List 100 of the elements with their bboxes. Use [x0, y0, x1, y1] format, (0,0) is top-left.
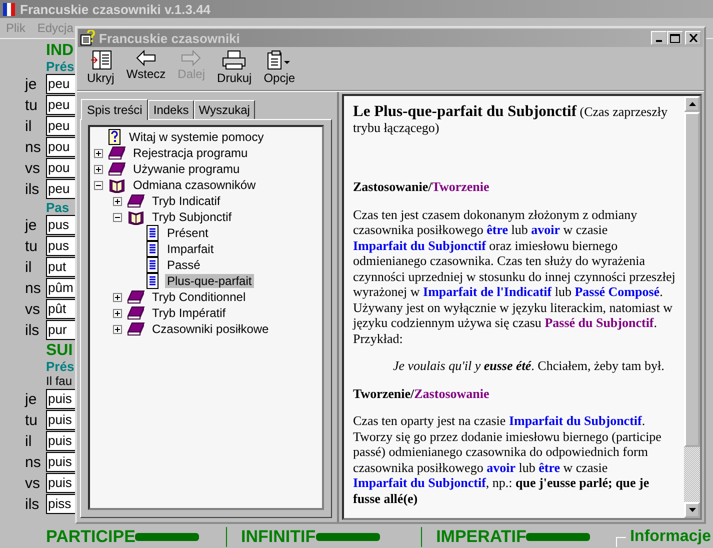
input-field[interactable]: put [46, 257, 75, 277]
back-button[interactable]: Wstecz [122, 50, 170, 88]
link[interactable]: Passé du Subjonctif [544, 315, 654, 330]
tree-item[interactable]: Witaj w systemie pomocy [127, 130, 266, 144]
tree-item[interactable]: Présent [165, 226, 210, 240]
input-field[interactable]: puis [46, 410, 75, 430]
tree-item[interactable]: Odmiana czasowników [131, 178, 258, 192]
expander-icon[interactable] [94, 164, 103, 174]
link[interactable]: Imparfait du Subjonctif [508, 413, 642, 428]
link[interactable]: avoir [486, 460, 516, 474]
minimize-button[interactable] [651, 31, 667, 45]
tree-item[interactable]: Passé [165, 258, 202, 272]
tree-item[interactable]: Tryb Subjonctif [150, 210, 234, 224]
input-field[interactable]: puis [46, 473, 75, 493]
expander-icon[interactable] [113, 308, 122, 318]
print-button[interactable]: Drukuj [213, 50, 256, 88]
close-button[interactable] [685, 31, 701, 45]
mood-heading: SUI [46, 343, 73, 359]
maximize-icon [670, 34, 680, 42]
mood-heading: PARTICIPE [46, 527, 136, 547]
scrollbar[interactable] [684, 96, 700, 518]
expander-icon[interactable] [113, 292, 122, 302]
tree-item[interactable]: Czasowniki posiłkowe [150, 322, 271, 336]
options-button[interactable]: Opcje [260, 50, 300, 88]
input-field[interactable]: pus [46, 215, 75, 235]
book-icon [108, 162, 126, 176]
tree-item[interactable]: Tryb Conditionnel [150, 290, 248, 304]
scroll-thumb[interactable] [684, 112, 700, 448]
input-field[interactable]: peu [46, 179, 75, 199]
pronoun-label: vs [25, 160, 41, 176]
paragraph: Czas ten jest czasem dokonanym złożonym z odmiany czasownika posiłkowego être lub avoir w czasie Imparfait du Subjonctif oraz imiesłowu biernego odmienianego czasownika. Czas ten służy do wyrażenia czynności uprzedniej w stosunku do innej czynności przeszłej wyrażonej w Imparfait de l'Indicatif lub Passé Composé. Używany jest on wyłącznie w języku literackim, natomiast w języku codziennym używa się czasu Passé du Subjonctif. Przykład: [353, 206, 676, 346]
input-field[interactable]: peu [46, 116, 75, 136]
pronoun-label: je [25, 390, 38, 408]
expander-icon[interactable] [94, 180, 103, 190]
link[interactable]: Tworzenie [432, 179, 490, 194]
tree-item[interactable]: Używanie programu [131, 162, 242, 176]
input-field[interactable]: piss [46, 494, 75, 514]
tree-item[interactable]: Tryb Impératif [150, 306, 228, 320]
input-field[interactable]: pou [46, 158, 75, 178]
input-field[interactable]: pût [46, 299, 75, 319]
maximize-button[interactable] [667, 31, 683, 45]
window-title: Francuskie czasowniki [99, 30, 241, 46]
document-icon [146, 241, 160, 257]
link[interactable]: Imparfait du Subjonctif [353, 475, 486, 490]
expander-icon[interactable] [113, 324, 122, 334]
input-field[interactable]: peu [46, 95, 75, 115]
hide-button[interactable]: Ukryj [83, 50, 118, 88]
book-icon [127, 194, 145, 208]
link[interactable]: avoir [531, 222, 560, 237]
expander-icon[interactable] [113, 196, 122, 206]
tab[interactable]: Indeks [148, 100, 194, 119]
note-text: Il fau [46, 374, 72, 389]
close-icon [688, 34, 698, 42]
topic-heading: Le Plus-que-parfait du Subjonctif (Czas zaprzeszły trybu łączącego) [353, 104, 668, 135]
link[interactable]: Imparfait du Subjonctif [353, 238, 486, 252]
pronoun-label: ns [25, 280, 42, 296]
flag-icon [2, 1, 16, 17]
input-field[interactable]: pur [46, 320, 75, 340]
pronoun-label: il [25, 118, 33, 134]
input-field[interactable]: puis [46, 389, 75, 409]
book-icon [127, 290, 145, 304]
tab[interactable]: Spis treści [81, 99, 148, 120]
checkbox-label: Informacje [630, 528, 712, 546]
scroll-up-button[interactable] [684, 96, 700, 112]
section-heading: Zastosowanie/Tworzenie [353, 179, 490, 194]
pronoun-label: tu [25, 96, 39, 114]
tree-item[interactable]: Tryb Indicatif [150, 194, 222, 208]
link[interactable]: être [538, 460, 560, 474]
expander-icon[interactable] [113, 212, 122, 222]
pronoun-label: ils [25, 180, 40, 198]
left-arrow-icon [136, 50, 156, 66]
pronoun-label: vs [25, 300, 41, 318]
link[interactable]: Imparfait de l'Indicatif [423, 284, 552, 299]
pronoun-label: ns [25, 454, 42, 470]
link[interactable]: Zastosowanie [414, 386, 490, 400]
link[interactable]: Passé Composé [574, 284, 660, 299]
input-field[interactable]: pus [46, 236, 75, 256]
tree-item[interactable]: Rejestracja programu [131, 146, 250, 160]
section-heading: Tworzenie/Zastosowanie [353, 386, 490, 401]
book-icon [108, 146, 126, 160]
tab[interactable]: Wyszukaj [194, 100, 255, 119]
checkbox[interactable] [616, 537, 626, 547]
expander-icon[interactable] [94, 148, 103, 158]
link[interactable]: être [486, 222, 508, 237]
document-icon [146, 225, 160, 241]
tree-item[interactable]: Imparfait [165, 242, 216, 256]
pronoun-label: il [25, 432, 33, 450]
input-field[interactable]: puis [46, 452, 75, 472]
pronoun-label: ils [25, 322, 40, 338]
pronoun-label: ils [25, 496, 40, 512]
scroll-down-button[interactable] [684, 502, 700, 518]
input-field[interactable]: pûm [46, 278, 75, 298]
tense-heading: Pas [46, 200, 70, 215]
input-field[interactable]: puis [46, 431, 75, 451]
input-field[interactable]: peu [46, 74, 75, 94]
printer-icon [222, 50, 246, 70]
open-book-icon [127, 210, 145, 224]
mood-heading: IND [46, 43, 74, 59]
input-field[interactable]: pou [46, 137, 75, 157]
tree-item[interactable]: Plus-que-parfait [165, 274, 254, 288]
